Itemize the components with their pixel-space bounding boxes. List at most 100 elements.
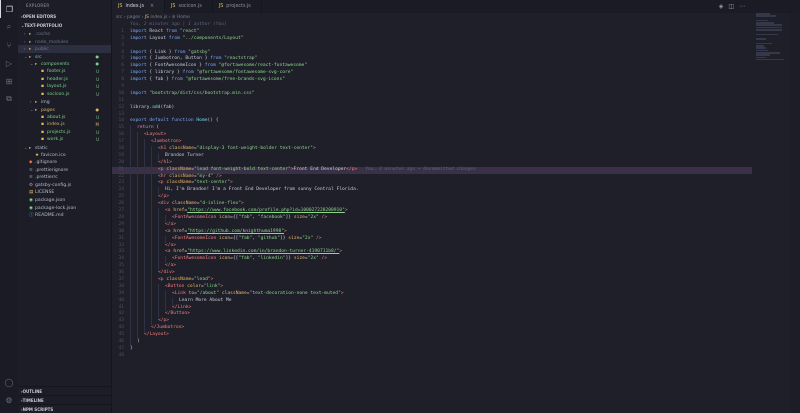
tree-item-label: footer.js bbox=[47, 68, 66, 74]
project-section[interactable]: ⌄TEXT-PORTFOLIO bbox=[18, 21, 111, 30]
explorer-sidebar: EXPLORER ›OPEN EDITORS ⌄TEXT-PORTFOLIO ›… bbox=[18, 0, 112, 413]
code-line: 45 </Layout> bbox=[118, 332, 169, 339]
npm-scripts-label: NPM SCRIPTS bbox=[22, 407, 54, 412]
code-line: 27 <a href="https://www.facebook.com/prof… bbox=[118, 208, 348, 215]
tree-item-label: favicon.ico bbox=[41, 152, 66, 158]
code-line: 39 <Link to="/about" className="text-deco… bbox=[118, 290, 344, 298]
breadcrumb-src[interactable]: src bbox=[116, 15, 122, 20]
tree-item-label: gatsby-config.js bbox=[35, 182, 72, 188]
js-file-icon: JS bbox=[218, 4, 224, 9]
tree-item-label: static bbox=[35, 145, 48, 151]
code-line: 16 <Layout> bbox=[118, 132, 167, 140]
code-line: 11 bbox=[118, 97, 124, 103]
run-debug-icon[interactable]: ▷ bbox=[0, 54, 18, 72]
code-line: 42 </Button> bbox=[118, 311, 190, 319]
tree-item[interactable]: ◉ package-lock.json bbox=[18, 205, 111, 213]
tree-item[interactable]: ◉ package.json bbox=[18, 197, 111, 205]
tree-item-label: index.js bbox=[47, 122, 65, 128]
git-status-badge: ● bbox=[95, 106, 100, 112]
git-status-badge: ● bbox=[95, 53, 100, 59]
remote-explorer-icon[interactable]: ⧉ bbox=[0, 90, 18, 108]
tree-item[interactable]: › ▸ node_modules bbox=[18, 38, 111, 46]
code-line: 40 Learn More About Me bbox=[118, 297, 232, 305]
tree-item[interactable]: › ▸ public bbox=[18, 45, 111, 53]
tree-item[interactable]: ▪ projects.js U bbox=[18, 129, 111, 137]
tree-item[interactable]: ▪ index.js M bbox=[18, 121, 111, 129]
tree-item[interactable]: ≡ .prettierrc bbox=[18, 174, 111, 182]
tree-item-label: layout.js bbox=[47, 84, 67, 90]
source-control-icon[interactable]: ⑂ bbox=[0, 36, 18, 54]
tree-item[interactable]: ★ favicon.ico bbox=[18, 152, 111, 160]
tab-label: index.js bbox=[125, 4, 144, 9]
tree-item[interactable]: ≡ .prettierignore bbox=[18, 167, 111, 175]
tree-item-label: projects.js bbox=[47, 129, 71, 135]
outline-section[interactable]: ›OUTLINE bbox=[18, 386, 112, 395]
tree-item-label: work.js bbox=[47, 137, 64, 143]
tree-item[interactable]: ▪ layout.js U bbox=[18, 83, 111, 91]
minimap[interactable] bbox=[756, 13, 786, 73]
code-line: 18 <h1 className="display-3 font-weight-b… bbox=[118, 146, 316, 153]
tree-item-label: .gitignore bbox=[35, 160, 57, 166]
tree-item[interactable]: ◆ .gitignore bbox=[18, 159, 111, 167]
inline-blame: You, 2 minutes ago • Uncommitted changes bbox=[365, 166, 476, 172]
code-line: 30 <a href="https://github.com/knighthuma… bbox=[118, 228, 287, 236]
tree-item[interactable]: ⚙ gatsby-config.js bbox=[18, 182, 111, 190]
tree-item[interactable]: ⌄ ▸ components ● bbox=[18, 60, 111, 68]
tab-projects-js[interactable]: JS projects.js bbox=[213, 0, 262, 13]
vertical-scrollbar[interactable] bbox=[790, 13, 800, 413]
tree-item[interactable]: ⌄ ▸ pages ● bbox=[18, 106, 111, 114]
tree-item-label: LICENSE bbox=[35, 190, 55, 196]
tree-item[interactable]: ⓘ README.md bbox=[18, 212, 111, 220]
tree-item-label: pages bbox=[41, 107, 55, 113]
account-icon[interactable]: ◯ bbox=[0, 373, 18, 391]
project-label: TEXT-PORTFOLIO bbox=[24, 23, 63, 28]
close-icon[interactable]: × bbox=[150, 4, 154, 9]
extensions-icon[interactable]: ⊞ bbox=[0, 72, 18, 90]
files-icon[interactable]: ❐ bbox=[0, 0, 18, 18]
code-line: 10 import "bootstrap/dist/css/bootstrap.m… bbox=[118, 90, 255, 96]
code-editor[interactable]: You, 2 minutes ago | 1 author (You) 1 imp… bbox=[112, 22, 752, 413]
tree-item[interactable]: ▪ footer.js U bbox=[18, 68, 111, 76]
tab-index-js[interactable]: JS index.js × bbox=[112, 0, 165, 13]
timeline-section[interactable]: ›TIMELINE bbox=[18, 395, 112, 404]
js-file-icon: JS bbox=[144, 15, 149, 20]
tree-item[interactable]: ▪ socicon.js U bbox=[18, 91, 111, 99]
tree-item[interactable]: ▤ LICENSE bbox=[18, 189, 111, 197]
sidebar-footer: ›OUTLINE ›TIMELINE ›NPM SCRIPTS bbox=[18, 386, 112, 413]
gear-icon[interactable]: ⚙ bbox=[0, 391, 18, 409]
tree-item[interactable]: ⌄ ▸ static bbox=[18, 144, 111, 152]
code-line: 41 </Link> bbox=[118, 304, 192, 312]
blame-annotation: You, 2 minutes ago | 1 author (You) bbox=[130, 22, 227, 27]
git-compare-icon[interactable]: ◈ bbox=[719, 3, 729, 10]
code-line: 44 </Jumbotron> bbox=[118, 325, 185, 333]
breadcrumb-file[interactable]: index.js bbox=[150, 15, 167, 20]
tree-item-label: node_modules bbox=[35, 39, 69, 45]
editor-actions: ◈◫⋯ bbox=[719, 0, 750, 13]
file-tree: › ▸ .cache › ▸ node_modules › ▸ public ⌄ ▸ src ● ⌄ ▸ co… bbox=[18, 30, 111, 220]
split-editor-icon[interactable]: ◫ bbox=[728, 3, 739, 10]
tree-item-label: header.js bbox=[47, 76, 68, 82]
code-line: 29 </a> bbox=[118, 221, 177, 229]
breadcrumb-symbol[interactable]: Home bbox=[177, 15, 190, 20]
tab-socicon-js[interactable]: JS socicon.js bbox=[165, 0, 213, 13]
breadcrumb: src › pages › JS index.js › ⊚ Home bbox=[116, 15, 190, 20]
function-icon: ⊚ bbox=[171, 15, 176, 20]
npm-scripts-section[interactable]: ›NPM SCRIPTS bbox=[18, 404, 112, 413]
git-status-badge: M bbox=[95, 122, 99, 128]
tree-item[interactable]: › ▸ .cache bbox=[18, 30, 111, 38]
open-editors-section[interactable]: ›OPEN EDITORS bbox=[18, 12, 111, 21]
tree-item[interactable]: ⌄ ▸ src ● bbox=[18, 53, 111, 61]
code-line: 26 <div className="d-inline-flex"> bbox=[118, 201, 244, 209]
search-icon[interactable]: ⌕ bbox=[0, 18, 18, 36]
tree-item[interactable]: ▪ about.js U bbox=[18, 114, 111, 122]
tree-item[interactable]: ▪ work.js U bbox=[18, 136, 111, 144]
tree-item-label: README.md bbox=[35, 213, 64, 219]
tab-label: projects.js bbox=[226, 4, 251, 9]
tree-item[interactable]: › ▸ img bbox=[18, 98, 111, 106]
code-line: 36 </div> bbox=[118, 270, 175, 277]
git-status-badge: U bbox=[96, 84, 99, 90]
breadcrumb-pages[interactable]: pages bbox=[127, 15, 140, 20]
tree-item[interactable]: ▪ header.js U bbox=[18, 76, 111, 84]
code-line: 9 bbox=[121, 84, 124, 90]
more-actions-icon[interactable]: ⋯ bbox=[739, 3, 750, 10]
